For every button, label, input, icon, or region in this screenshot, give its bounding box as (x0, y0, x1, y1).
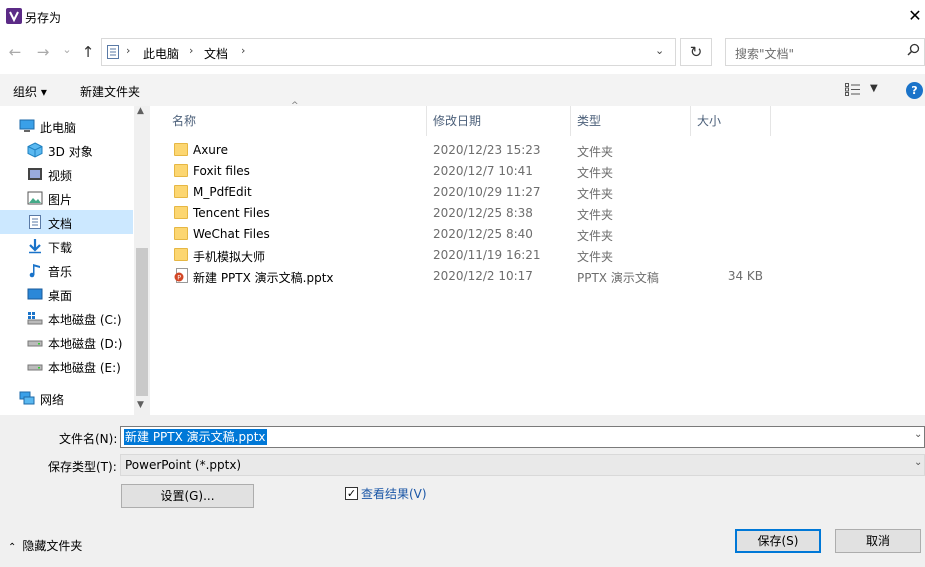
chevron-right-icon: › (241, 44, 246, 57)
app-icon (6, 8, 22, 24)
chevron-up-icon: ⌃ (8, 542, 17, 553)
column-header-name[interactable]: 名称 (172, 112, 196, 129)
column-divider[interactable] (426, 106, 427, 136)
filename-label: 文件名(N): (59, 432, 118, 446)
organize-menu[interactable]: 组织 ▾ (13, 83, 47, 100)
filename-field[interactable]: 新建 PPTX 演示文稿.pptx ⌄ (120, 426, 925, 448)
window-title: 另存为 (25, 11, 62, 25)
video-icon (28, 168, 42, 180)
folder-icon (174, 206, 188, 219)
scroll-down-icon[interactable]: ▼ (137, 400, 144, 410)
filetype-value: PowerPoint (*.pptx) (125, 458, 242, 472)
network-icon (19, 391, 35, 405)
folder-icon (174, 143, 188, 156)
svg-text:P: P (177, 273, 181, 281)
folder-icon (174, 227, 188, 240)
scroll-up-icon[interactable]: ▲ (137, 106, 144, 116)
pc-icon (19, 119, 35, 132)
file-row[interactable]: P 新建 PPTX 演示文稿.pptx 2020/12/2 10:17 PPTX… (168, 266, 778, 287)
column-divider[interactable] (570, 106, 571, 136)
filetype-label: 保存类型(T): (48, 460, 117, 474)
sidebar-item-pictures[interactable]: 图片 (0, 186, 133, 210)
sidebar-item-desktop[interactable]: 桌面 (0, 282, 133, 306)
refresh-button[interactable]: ↻ (680, 38, 712, 66)
drive-icon (27, 364, 43, 371)
file-row[interactable]: Axure 2020/12/23 15:23 文件夹 (168, 140, 778, 161)
view-result-label[interactable]: 查看结果(V) (361, 485, 427, 502)
navigation-pane: 此电脑 3D 对象 视频 图片 文档 下载 音乐 桌面 本地磁盘 (C:) 本地… (0, 106, 150, 415)
up-button[interactable]: ↑ (78, 42, 98, 62)
cube-icon (27, 142, 43, 158)
forward-button[interactable]: → (33, 42, 53, 62)
file-row[interactable]: M_PdfEdit 2020/10/29 11:27 文件夹 (168, 182, 778, 203)
filetype-select[interactable]: PowerPoint (*.pptx) ⌄ (120, 454, 925, 476)
sidebar-item-drive-d[interactable]: 本地磁盘 (D:) (0, 330, 133, 354)
address-bar[interactable]: › 此电脑 › 文档 › ⌄ (101, 38, 676, 66)
chevron-right-icon: › (126, 44, 131, 57)
file-row[interactable]: 手机模拟大师 2020/11/19 16:21 文件夹 (168, 245, 778, 266)
back-button[interactable]: ← (5, 42, 25, 62)
search-placeholder: 搜索"文档" (735, 47, 795, 61)
view-dropdown-icon[interactable]: ▼ (870, 83, 878, 94)
sidebar-item-downloads[interactable]: 下载 (0, 234, 133, 258)
folder-icon (174, 164, 188, 177)
document-icon (29, 215, 41, 229)
file-row[interactable]: Tencent Files 2020/12/25 8:38 文件夹 (168, 203, 778, 224)
folder-icon (174, 248, 188, 261)
settings-button[interactable]: 设置(G)... (121, 484, 254, 508)
column-header-modified[interactable]: 修改日期 (433, 112, 481, 129)
folder-icon (174, 185, 188, 198)
save-button[interactable]: 保存(S) (735, 529, 821, 553)
help-button[interactable]: ? (906, 82, 923, 99)
chevron-down-icon[interactable]: ⌄ (655, 44, 664, 57)
cancel-button[interactable]: 取消 (835, 529, 921, 553)
breadcrumb-item[interactable]: 此电脑 (143, 45, 179, 62)
download-icon (29, 239, 41, 254)
view-options-icon[interactable] (845, 83, 861, 96)
toolbar: 组织 ▾ 新建文件夹 ▼ ? (0, 74, 925, 106)
breadcrumb-item[interactable]: 文档 (204, 45, 228, 62)
sidebar-item-drive-c[interactable]: 本地磁盘 (C:) (0, 306, 133, 330)
document-icon (107, 45, 119, 59)
filename-value: 新建 PPTX 演示文稿.pptx (124, 429, 267, 445)
hide-folders-label: 隐藏文件夹 (22, 539, 83, 553)
picture-icon (27, 191, 43, 205)
pptx-file-icon: P (174, 268, 188, 283)
column-divider[interactable] (770, 106, 771, 136)
sidebar-item-videos[interactable]: 视频 (0, 162, 133, 186)
column-header-type[interactable]: 类型 (577, 112, 601, 129)
sort-ascending-icon: ^ (291, 101, 299, 111)
recent-locations-button[interactable]: ⌄ (57, 40, 77, 60)
column-header-size[interactable]: 大小 (697, 112, 721, 129)
column-divider[interactable] (690, 106, 691, 136)
sidebar-item-network[interactable]: 网络 (0, 386, 133, 410)
sidebar-item-this-pc[interactable]: 此电脑 (0, 114, 133, 138)
sidebar-item-3d-objects[interactable]: 3D 对象 (0, 138, 133, 162)
sidebar-item-drive-e[interactable]: 本地磁盘 (E:) (0, 354, 133, 378)
view-result-checkbox[interactable]: ✓ (345, 487, 358, 500)
file-row[interactable]: WeChat Files 2020/12/25 8:40 文件夹 (168, 224, 778, 245)
sidebar-item-music[interactable]: 音乐 (0, 258, 133, 282)
file-list: ^ 名称 修改日期 类型 大小 Axure 2020/12/23 15:23 文… (160, 101, 925, 415)
chevron-down-icon[interactable]: ⌄ (914, 429, 922, 440)
file-row[interactable]: Foxit files 2020/12/7 10:41 文件夹 (168, 161, 778, 182)
desktop-icon (27, 288, 43, 300)
hide-folders-toggle[interactable]: ⌃ 隐藏文件夹 (8, 537, 82, 554)
refresh-icon: ↻ (689, 43, 703, 61)
close-button[interactable]: ✕ (905, 6, 925, 26)
chevron-down-icon: ⌄ (914, 457, 923, 468)
drive-icon (27, 340, 43, 347)
sidebar-item-documents[interactable]: 文档 (0, 210, 133, 234)
drive-c-icon (27, 312, 43, 325)
checkmark-icon: ✓ (346, 487, 357, 500)
music-icon (29, 264, 40, 278)
chevron-right-icon: › (189, 44, 194, 57)
search-input[interactable]: 搜索"文档" (725, 38, 925, 66)
search-icon (907, 43, 920, 56)
new-folder-button[interactable]: 新建文件夹 (80, 83, 140, 100)
title-bar: 另存为 ✕ (0, 0, 925, 33)
scrollbar-thumb[interactable] (136, 248, 148, 396)
